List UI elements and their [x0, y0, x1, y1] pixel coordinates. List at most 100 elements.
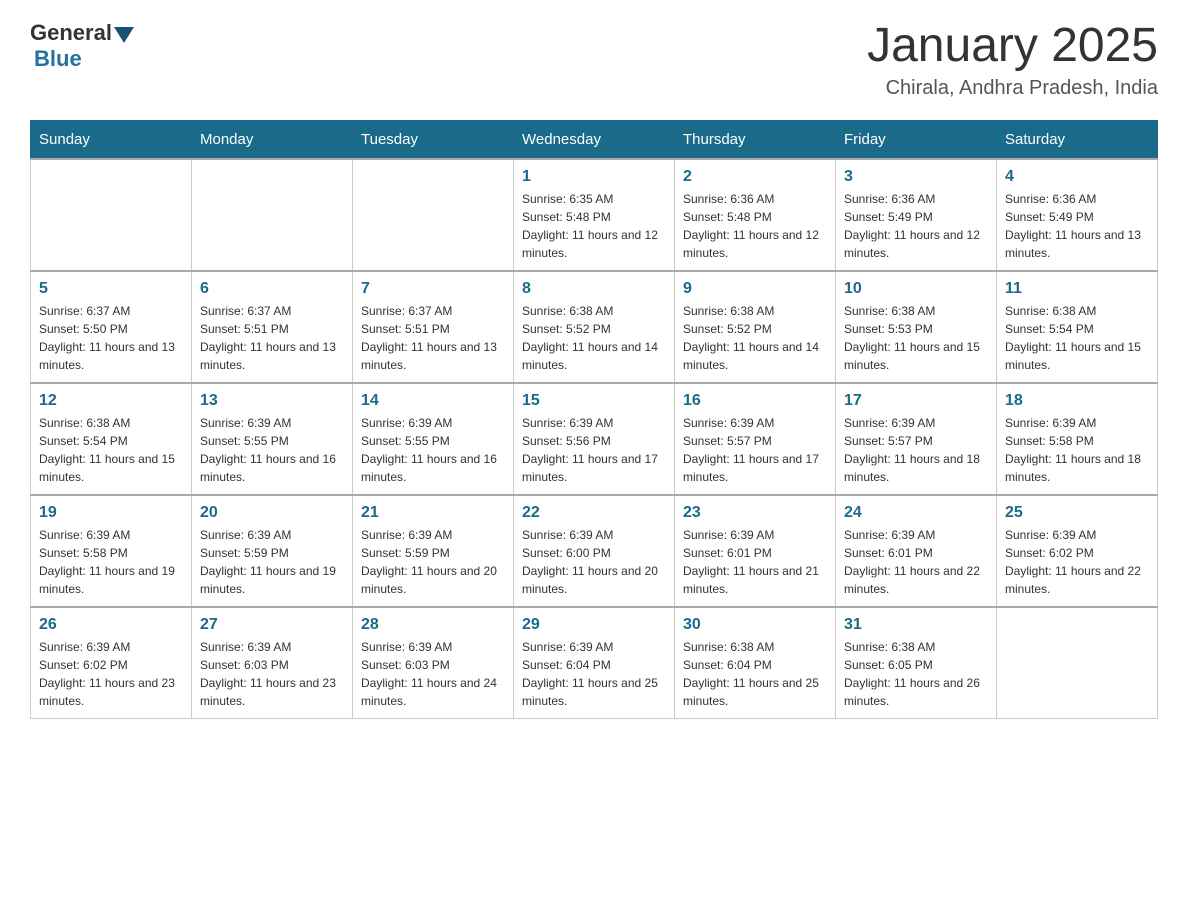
calendar-cell	[997, 607, 1158, 719]
day-info: Sunrise: 6:39 AMSunset: 6:03 PMDaylight:…	[361, 638, 505, 710]
week-row: 19 Sunrise: 6:39 AMSunset: 5:58 PMDayligh…	[31, 495, 1158, 607]
day-info: Sunrise: 6:39 AMSunset: 5:56 PMDaylight:…	[522, 414, 666, 486]
day-number: 26	[39, 616, 183, 634]
logo-blue-text: Blue	[34, 46, 82, 71]
day-number: 12	[39, 392, 183, 410]
week-row: 12 Sunrise: 6:38 AMSunset: 5:54 PMDayligh…	[31, 383, 1158, 495]
title-section: January 2025 Chirala, Andhra Pradesh, In…	[867, 20, 1158, 100]
day-info: Sunrise: 6:39 AMSunset: 6:04 PMDaylight:…	[522, 638, 666, 710]
day-number: 23	[683, 504, 827, 522]
day-number: 4	[1005, 168, 1149, 186]
day-number: 7	[361, 280, 505, 298]
day-info: Sunrise: 6:38 AMSunset: 5:52 PMDaylight:…	[522, 302, 666, 374]
day-info: Sunrise: 6:38 AMSunset: 5:54 PMDaylight:…	[39, 414, 183, 486]
day-info: Sunrise: 6:39 AMSunset: 5:55 PMDaylight:…	[200, 414, 344, 486]
week-row: 1Sunrise: 6:35 AMSunset: 5:48 PMDaylight…	[31, 159, 1158, 271]
day-number: 2	[683, 168, 827, 186]
calendar-cell: 22Sunrise: 6:39 AMSunset: 6:00 PMDayligh…	[514, 495, 675, 607]
calendar-cell: 12 Sunrise: 6:38 AMSunset: 5:54 PMDayligh…	[31, 383, 192, 495]
day-info: Sunrise: 6:36 AMSunset: 5:48 PMDaylight:…	[683, 190, 827, 262]
day-number: 24	[844, 504, 988, 522]
day-info: Sunrise: 6:37 AMSunset: 5:51 PMDaylight:…	[200, 302, 344, 374]
day-info: Sunrise: 6:39 AMSunset: 5:58 PMDaylight:…	[39, 526, 183, 598]
day-info: Sunrise: 6:38 AMSunset: 5:54 PMDaylight:…	[1005, 302, 1149, 374]
day-info: Sunrise: 6:38 AMSunset: 5:53 PMDaylight:…	[844, 302, 988, 374]
calendar-cell: 26 Sunrise: 6:39 AMSunset: 6:02 PMDayligh…	[31, 607, 192, 719]
calendar-cell: 7 Sunrise: 6:37 AMSunset: 5:51 PMDaylight…	[353, 271, 514, 383]
day-info: Sunrise: 6:36 AMSunset: 5:49 PMDaylight:…	[844, 190, 988, 262]
day-info: Sunrise: 6:39 AMSunset: 5:55 PMDaylight:…	[361, 414, 505, 486]
day-info: Sunrise: 6:39 AMSunset: 6:01 PMDaylight:…	[844, 526, 988, 598]
day-number: 21	[361, 504, 505, 522]
day-info: Sunrise: 6:38 AMSunset: 6:04 PMDaylight:…	[683, 638, 827, 710]
month-year-title: January 2025	[867, 20, 1158, 73]
day-number: 31	[844, 616, 988, 634]
day-of-week-header: Wednesday	[514, 120, 675, 159]
calendar-cell: 13 Sunrise: 6:39 AMSunset: 5:55 PMDayligh…	[192, 383, 353, 495]
day-number: 25	[1005, 504, 1149, 522]
calendar-cell: 19 Sunrise: 6:39 AMSunset: 5:58 PMDayligh…	[31, 495, 192, 607]
calendar-cell: 23 Sunrise: 6:39 AMSunset: 6:01 PMDayligh…	[675, 495, 836, 607]
day-number: 15	[522, 392, 666, 410]
day-number: 8	[522, 280, 666, 298]
day-info: Sunrise: 6:39 AMSunset: 5:57 PMDaylight:…	[844, 414, 988, 486]
day-info: Sunrise: 6:36 AMSunset: 5:49 PMDaylight:…	[1005, 190, 1149, 262]
day-number: 29	[522, 616, 666, 634]
day-of-week-header: Tuesday	[353, 120, 514, 159]
day-info: Sunrise: 6:39 AMSunset: 6:02 PMDaylight:…	[39, 638, 183, 710]
location-subtitle: Chirala, Andhra Pradesh, India	[867, 77, 1158, 100]
day-of-week-header: Saturday	[997, 120, 1158, 159]
week-row: 26 Sunrise: 6:39 AMSunset: 6:02 PMDayligh…	[31, 607, 1158, 719]
day-info: Sunrise: 6:39 AMSunset: 6:01 PMDaylight:…	[683, 526, 827, 598]
day-number: 20	[200, 504, 344, 522]
week-row: 5Sunrise: 6:37 AMSunset: 5:50 PMDaylight…	[31, 271, 1158, 383]
calendar-cell: 8 Sunrise: 6:38 AMSunset: 5:52 PMDaylight…	[514, 271, 675, 383]
day-number: 1	[522, 168, 666, 186]
day-number: 14	[361, 392, 505, 410]
calendar-cell: 18Sunrise: 6:39 AMSunset: 5:58 PMDayligh…	[997, 383, 1158, 495]
calendar-header-row: SundayMondayTuesdayWednesdayThursdayFrid…	[31, 120, 1158, 159]
calendar-cell: 20 Sunrise: 6:39 AMSunset: 5:59 PMDayligh…	[192, 495, 353, 607]
day-number: 10	[844, 280, 988, 298]
day-info: Sunrise: 6:39 AMSunset: 5:57 PMDaylight:…	[683, 414, 827, 486]
day-info: Sunrise: 6:39 AMSunset: 6:03 PMDaylight:…	[200, 638, 344, 710]
calendar-cell: 16 Sunrise: 6:39 AMSunset: 5:57 PMDayligh…	[675, 383, 836, 495]
logo-arrow-icon	[114, 27, 134, 43]
day-of-week-header: Thursday	[675, 120, 836, 159]
day-number: 9	[683, 280, 827, 298]
day-number: 6	[200, 280, 344, 298]
calendar-cell: 2 Sunrise: 6:36 AMSunset: 5:48 PMDaylight…	[675, 159, 836, 271]
calendar-cell: 10 Sunrise: 6:38 AMSunset: 5:53 PMDayligh…	[836, 271, 997, 383]
day-number: 17	[844, 392, 988, 410]
calendar-table: SundayMondayTuesdayWednesdayThursdayFrid…	[30, 120, 1158, 719]
day-number: 11	[1005, 280, 1149, 298]
logo-general-text: General	[30, 20, 112, 46]
day-number: 28	[361, 616, 505, 634]
day-info: Sunrise: 6:37 AMSunset: 5:50 PMDaylight:…	[39, 302, 183, 374]
calendar-cell: 4 Sunrise: 6:36 AMSunset: 5:49 PMDaylight…	[997, 159, 1158, 271]
calendar-cell	[353, 159, 514, 271]
day-number: 19	[39, 504, 183, 522]
day-info: Sunrise: 6:39 AMSunset: 6:00 PMDaylight:…	[522, 526, 666, 598]
calendar-cell	[31, 159, 192, 271]
calendar-cell: 17 Sunrise: 6:39 AMSunset: 5:57 PMDayligh…	[836, 383, 997, 495]
calendar-cell: 29 Sunrise: 6:39 AMSunset: 6:04 PMDayligh…	[514, 607, 675, 719]
calendar-cell: 14 Sunrise: 6:39 AMSunset: 5:55 PMDayligh…	[353, 383, 514, 495]
calendar-cell: 21Sunrise: 6:39 AMSunset: 5:59 PMDayligh…	[353, 495, 514, 607]
day-of-week-header: Sunday	[31, 120, 192, 159]
logo: General Blue	[30, 20, 136, 72]
day-of-week-header: Friday	[836, 120, 997, 159]
day-number: 13	[200, 392, 344, 410]
day-of-week-header: Monday	[192, 120, 353, 159]
day-number: 30	[683, 616, 827, 634]
day-info: Sunrise: 6:37 AMSunset: 5:51 PMDaylight:…	[361, 302, 505, 374]
calendar-cell: 15 Sunrise: 6:39 AMSunset: 5:56 PMDayligh…	[514, 383, 675, 495]
calendar-cell	[192, 159, 353, 271]
day-info: Sunrise: 6:39 AMSunset: 5:59 PMDaylight:…	[200, 526, 344, 598]
calendar-cell: 28 Sunrise: 6:39 AMSunset: 6:03 PMDayligh…	[353, 607, 514, 719]
page-header: General Blue January 2025 Chirala, Andhr…	[30, 20, 1158, 100]
day-number: 16	[683, 392, 827, 410]
day-info: Sunrise: 6:39 AMSunset: 6:02 PMDaylight:…	[1005, 526, 1149, 598]
calendar-cell: 3Sunrise: 6:36 AMSunset: 5:49 PMDaylight…	[836, 159, 997, 271]
day-info: Sunrise: 6:38 AMSunset: 5:52 PMDaylight:…	[683, 302, 827, 374]
